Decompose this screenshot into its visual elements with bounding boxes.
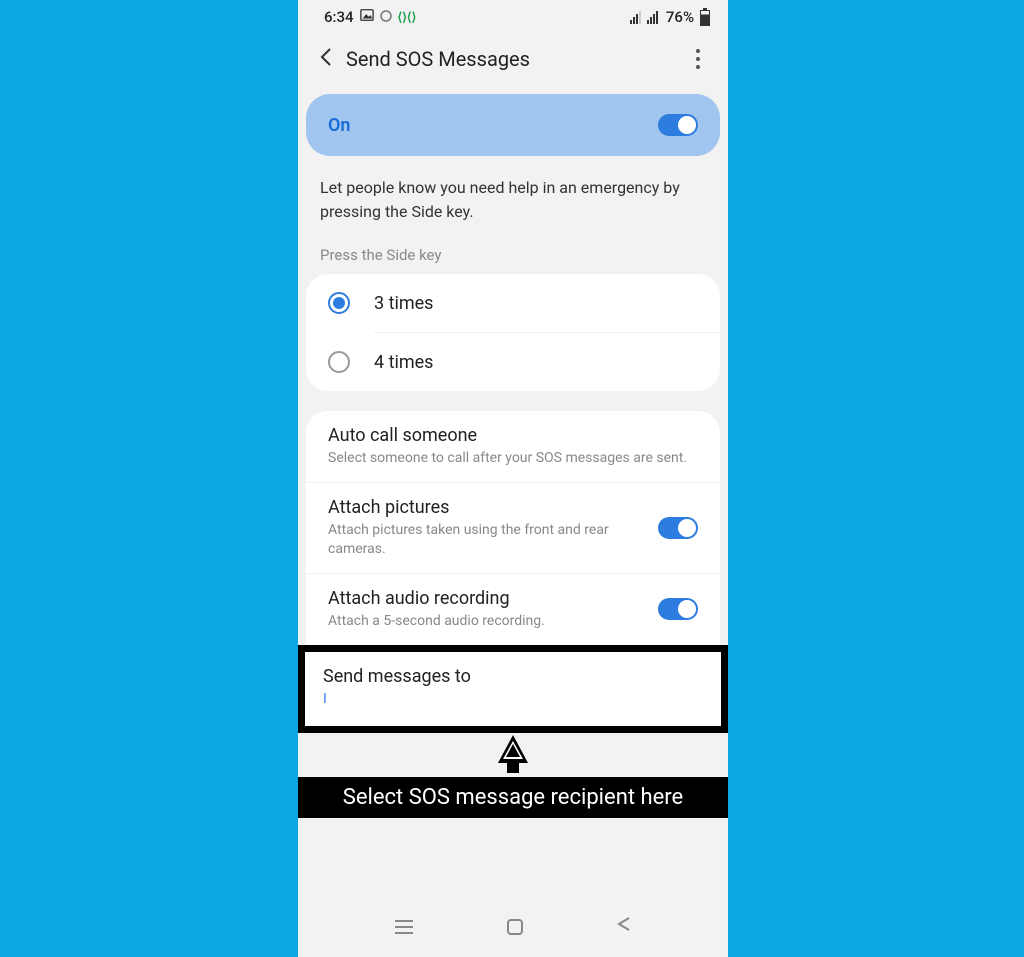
callout-label: Select SOS message recipient here <box>298 777 728 818</box>
press-options-card: 3 times 4 times <box>306 274 720 391</box>
option-title: Send messages to <box>323 666 703 687</box>
image-icon <box>360 8 374 26</box>
radio-button-selected <box>328 292 350 314</box>
option-subtitle: Attach a 5-second audio recording. <box>328 612 646 631</box>
option-title: Auto call someone <box>328 425 698 446</box>
circle-icon <box>380 8 392 26</box>
option-title: Attach audio recording <box>328 588 646 609</box>
network-icon: ⟨⟩⟨⟩ <box>398 10 417 24</box>
attach-audio-toggle[interactable] <box>658 598 698 620</box>
nav-recent-button[interactable] <box>395 920 413 934</box>
signal-icon-2 <box>647 11 658 24</box>
page-title: Send SOS Messages <box>346 47 686 71</box>
arrow-up-icon <box>493 733 533 777</box>
attach-pictures-option[interactable]: Attach pictures Attach pictures taken us… <box>306 483 720 574</box>
status-bar: 6:34 ⟨⟩⟨⟩ 76% <box>298 0 728 30</box>
signal-icon-1 <box>630 11 641 24</box>
arrow-container <box>298 733 728 777</box>
radio-button-unselected <box>328 351 350 373</box>
option-title: Attach pictures <box>328 497 646 518</box>
attach-pictures-toggle[interactable] <box>658 517 698 539</box>
status-time: 6:34 <box>324 8 354 26</box>
phone-screen: 6:34 ⟨⟩⟨⟩ 76% <box>298 0 728 957</box>
status-left: 6:34 ⟨⟩⟨⟩ <box>324 8 416 26</box>
option-subtitle: I <box>323 690 703 709</box>
back-button[interactable] <box>312 40 340 78</box>
main-toggle-switch[interactable] <box>658 114 698 136</box>
description-text: Let people know you need help in an emer… <box>298 156 728 224</box>
more-button[interactable] <box>686 49 710 69</box>
battery-label: 76% <box>666 8 694 26</box>
radio-label: 3 times <box>374 293 433 314</box>
radio-3-times[interactable]: 3 times <box>306 274 720 332</box>
battery-icon <box>700 8 710 26</box>
main-toggle-banner[interactable]: On <box>306 94 720 156</box>
nav-home-button[interactable] <box>507 919 523 935</box>
send-to-highlight: Send messages to I <box>298 645 728 734</box>
auto-call-option[interactable]: Auto call someone Select someone to call… <box>306 411 720 483</box>
radio-4-times[interactable]: 4 times <box>306 333 720 391</box>
option-subtitle: Select someone to call after your SOS me… <box>328 449 698 468</box>
settings-card: Auto call someone Select someone to call… <box>306 411 720 645</box>
header: Send SOS Messages <box>298 30 728 94</box>
press-section-label: Press the Side key <box>298 224 728 274</box>
send-to-option[interactable]: Send messages to I <box>323 666 703 709</box>
attach-audio-option[interactable]: Attach audio recording Attach a 5-second… <box>306 574 720 645</box>
main-toggle-label: On <box>328 115 350 136</box>
radio-label: 4 times <box>374 352 433 373</box>
option-subtitle: Attach pictures taken using the front an… <box>328 521 646 559</box>
status-right: 76% <box>630 8 710 26</box>
nav-bar <box>298 902 728 951</box>
nav-back-button[interactable] <box>617 916 631 937</box>
